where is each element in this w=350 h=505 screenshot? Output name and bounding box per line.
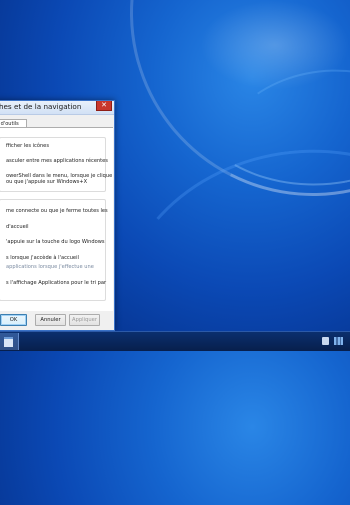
taskbar-options-group: fficher les icônes asculer entre mes app… [0,137,112,192]
option-windows-logo-key[interactable]: 'appuie sur la touche du logo Windows [6,239,105,245]
cancel-button[interactable]: Annuler [35,314,66,326]
dialog-titlebar[interactable]: ches et de la navigation ✕ [0,101,114,115]
dialog-title: ches et de la navigation [0,102,82,111]
taskbar [0,331,350,351]
tab-panel: fficher les icônes asculer entre mes app… [0,127,113,311]
light-glow [200,0,350,90]
start-screen-options-group: me connecte ou que je ferme toutes les d… [0,199,108,301]
flag-icon[interactable] [322,337,329,345]
option-show-apps-on-start[interactable]: s lorsque j'accède à l'accueil [6,255,79,261]
option-go-to-desktop[interactable]: me connecte ou que je ferme toutes les [6,208,108,214]
network-icon[interactable] [334,337,343,345]
option-show-icons[interactable]: fficher les icônes [6,143,49,149]
light-streak [98,130,350,505]
dialog-button-bar: OK Annuler Appliquer [0,312,114,328]
close-button[interactable]: ✕ [96,101,112,111]
apply-button[interactable]: Appliquer [69,314,100,326]
option-search-everywhere[interactable]: applications lorsque j'effectue une [6,264,94,270]
option-list-desktop-apps-first[interactable]: s l'affichage Applications pour le tri p… [6,280,106,286]
taskbar-app-button[interactable] [0,333,19,350]
ok-button[interactable]: OK [0,314,27,326]
option-powershell-menu-line2: ou que j'appuie sur Windows+X [6,179,88,185]
option-switch-recent-apps[interactable]: asculer entre mes applications récentes [6,158,108,164]
close-icon: ✕ [101,101,107,109]
file-explorer-icon [4,337,13,347]
option-start-screen[interactable]: d'accueil [6,224,29,230]
taskbar-navigation-properties-dialog: ches et de la navigation ✕ e d'outils ff… [0,100,115,331]
light-streak [195,52,350,312]
